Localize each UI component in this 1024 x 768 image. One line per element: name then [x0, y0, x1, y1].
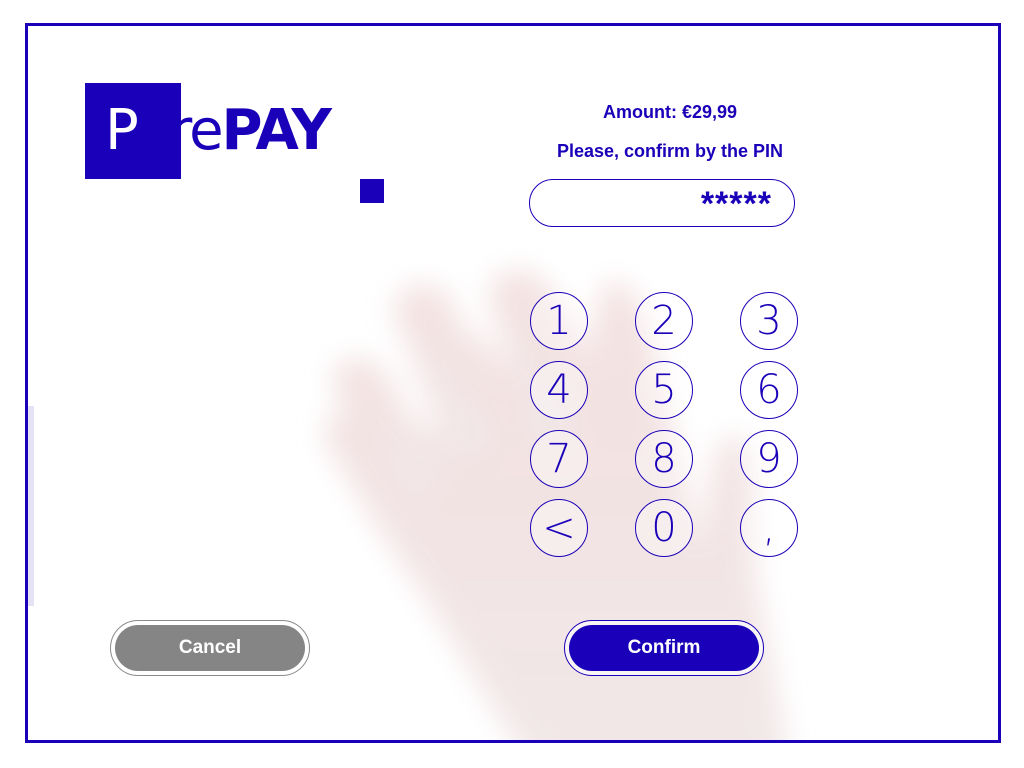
key-6-label: 6 [756, 367, 782, 413]
logo-light-text: ure [135, 98, 224, 163]
payment-terminal-screen: PurePAY Amount: €29,99 Please, confirm b… [25, 23, 1001, 743]
purepay-logo: PurePAY [85, 83, 405, 213]
logo-first-letter: P [105, 98, 138, 163]
key-1[interactable]: 1 [530, 292, 588, 350]
logo-bold-text: PAY [221, 98, 332, 163]
backspace-key[interactable]: < [530, 499, 588, 557]
amount-label: Amount: €29,99 [602, 102, 738, 122]
key-5[interactable]: 5 [635, 361, 693, 419]
key-4[interactable]: 4 [530, 361, 588, 419]
pin-masked-value: ***** [700, 185, 772, 223]
key-7-label: 7 [546, 436, 572, 482]
cancel-button-ring: Cancel [110, 620, 310, 676]
key-3[interactable]: 3 [740, 292, 798, 350]
logo-wordmark: PurePAY [105, 91, 332, 171]
key-3-label: 3 [756, 298, 782, 344]
key-4-label: 4 [546, 367, 572, 413]
logo-dot [360, 179, 384, 203]
key-9[interactable]: 9 [740, 430, 798, 488]
comma-key[interactable]: , [740, 499, 798, 557]
key-5-label: 5 [651, 367, 677, 413]
key-0[interactable]: 0 [635, 499, 693, 557]
key-8[interactable]: 8 [635, 430, 693, 488]
pin-prompt: Please, confirm by the PIN [556, 141, 784, 161]
key-6[interactable]: 6 [740, 361, 798, 419]
key-2-label: 2 [651, 298, 677, 344]
backspace-key-label: < [542, 505, 576, 551]
confirm-button-ring: Confirm [564, 620, 764, 676]
pin-input[interactable]: ***** [529, 179, 795, 227]
key-2[interactable]: 2 [635, 292, 693, 350]
comma-key-label: , [762, 505, 776, 551]
key-1-label: 1 [546, 298, 572, 344]
key-0-label: 0 [651, 505, 677, 551]
key-8-label: 8 [651, 436, 677, 482]
confirm-button[interactable]: Confirm [569, 625, 759, 671]
cancel-button[interactable]: Cancel [115, 625, 305, 671]
key-9-label: 9 [756, 436, 782, 482]
key-7[interactable]: 7 [530, 430, 588, 488]
